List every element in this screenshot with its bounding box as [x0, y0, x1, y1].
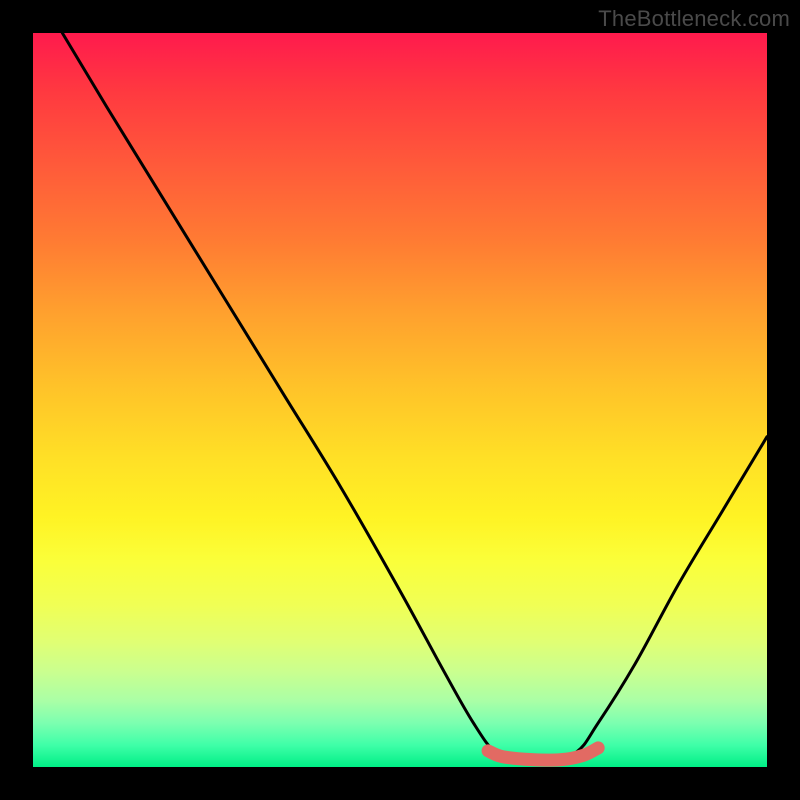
chart-svg — [33, 33, 767, 767]
optimal-segment — [488, 748, 598, 760]
attribution-text: TheBottleneck.com — [598, 6, 790, 32]
bottleneck-curve — [62, 33, 767, 761]
chart-frame: TheBottleneck.com — [0, 0, 800, 800]
plot-area — [33, 33, 767, 767]
